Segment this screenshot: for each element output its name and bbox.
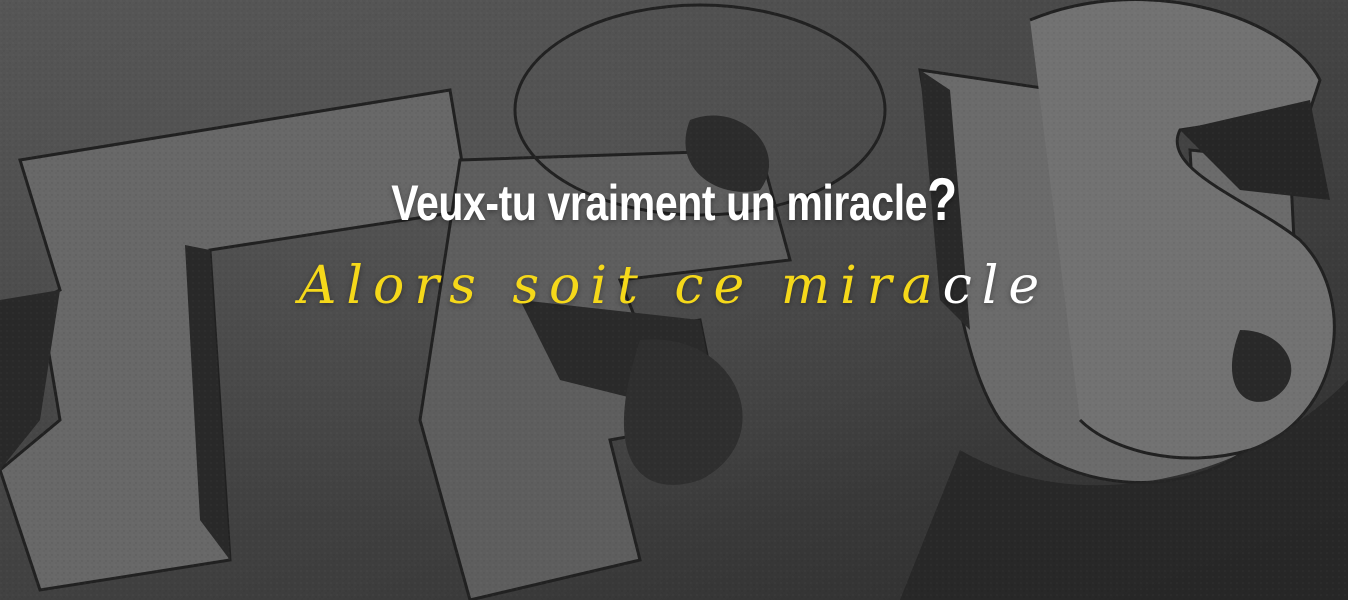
headline-text: Veux-tu vraiment un miracle [391, 175, 928, 231]
headline: Veux-tu vraiment un miracle? [121, 168, 1226, 235]
hero-banner: Veux-tu vraiment un miracle? Alors soit … [0, 0, 1348, 600]
tagline: Alors soit ce miracle [0, 254, 1348, 318]
tagline-white-text: cle [942, 256, 1050, 316]
headline-question-mark: ? [927, 166, 957, 233]
tagline-yellow-text: Alors soit ce mira [298, 256, 943, 316]
